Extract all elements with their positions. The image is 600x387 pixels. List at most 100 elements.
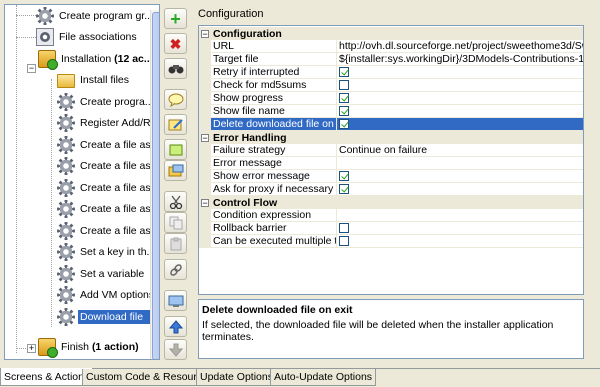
show-progress-checkbox[interactable] <box>339 93 349 103</box>
action-settings-button[interactable] <box>164 290 187 311</box>
note-button[interactable] <box>164 139 187 160</box>
collapse-icon[interactable]: − <box>201 29 209 38</box>
screens-actions-tree[interactable]: Create program gr... File associations −… <box>4 4 160 360</box>
tree-item[interactable]: Set a variable <box>57 263 159 285</box>
property-row-selected[interactable]: Delete downloaded file on exit <box>199 118 583 131</box>
tree-item-installation[interactable]: Installation (12 ac... <box>38 48 159 70</box>
rollback-checkbox[interactable] <box>339 223 349 233</box>
expand-toggle[interactable]: + <box>27 344 36 353</box>
property-row[interactable]: Can be executed multiple ti... <box>199 235 583 248</box>
collapse-icon[interactable]: − <box>201 198 209 207</box>
property-row[interactable]: Rollback barrier <box>199 222 583 235</box>
property-row[interactable]: Error message <box>199 157 583 170</box>
tab-update-options[interactable]: Update Options <box>196 369 277 386</box>
gear-icon <box>57 286 75 305</box>
retry-checkbox[interactable] <box>339 67 349 77</box>
gear-icon <box>57 307 75 326</box>
property-name: Can be executed multiple ti... <box>211 235 337 248</box>
group-button[interactable] <box>164 160 187 181</box>
collapse-toggle[interactable]: − <box>27 64 36 73</box>
property-row[interactable]: Show file name <box>199 105 583 118</box>
move-down-button[interactable] <box>164 339 187 360</box>
property-row[interactable]: Show error message <box>199 170 583 183</box>
tree-item[interactable]: Create program gr... <box>36 5 159 27</box>
copy-button[interactable] <box>164 212 187 233</box>
property-name: Failure strategy <box>211 144 337 157</box>
section-title: Control Flow <box>211 196 583 209</box>
property-row[interactable]: Failure strategy Continue on failure <box>199 144 583 157</box>
folder-icon <box>57 74 75 89</box>
tab-auto-update[interactable]: Auto-Update Options <box>270 369 377 386</box>
tree-item[interactable]: Add VM options <box>57 285 159 307</box>
edit-button[interactable] <box>164 114 187 135</box>
collapse-icon[interactable]: − <box>201 133 209 142</box>
gear-icon <box>57 178 75 197</box>
property-row[interactable]: Condition expression <box>199 209 583 222</box>
property-name: Error message <box>211 157 337 170</box>
arrow-up-icon <box>168 319 183 333</box>
cut-button[interactable] <box>164 191 187 212</box>
property-row[interactable]: Check for md5sums <box>199 79 583 92</box>
tree-item-label: Register Add/R... <box>80 117 160 130</box>
tree-item-label: Add VM options <box>80 289 155 302</box>
tab-screens-actions[interactable]: Screens & Actions <box>0 368 94 386</box>
delete-button[interactable]: ✖ <box>164 33 187 54</box>
tree-item-label: Create program gr... <box>59 9 153 22</box>
md5-checkbox[interactable] <box>339 80 349 90</box>
tree-item-label: Create a file as... <box>80 160 160 173</box>
multiple-executions-checkbox[interactable] <box>339 236 349 246</box>
show-file-name-checkbox[interactable] <box>339 106 349 116</box>
tree-item-finish[interactable]: Finish (1 action) <box>38 336 159 358</box>
error-message-value[interactable] <box>337 157 583 170</box>
find-button[interactable] <box>164 58 187 79</box>
property-row[interactable]: Ask for proxy if necessary <box>199 183 583 196</box>
property-row[interactable]: Retry if interrupted <box>199 66 583 79</box>
tree-item[interactable]: Create a file as... <box>57 156 160 178</box>
binoculars-icon <box>168 64 183 73</box>
tree-item[interactable]: Create a file as... <box>57 134 159 156</box>
failure-strategy-value[interactable]: Continue on failure <box>337 144 583 157</box>
property-grid[interactable]: − Configuration URL http://ovh.dl.source… <box>198 25 584 295</box>
tree-item[interactable]: Create progra... <box>57 91 159 113</box>
tree-item[interactable]: Register Add/R... <box>57 113 160 135</box>
tree-item-label: Create a file as... <box>80 224 160 237</box>
proxy-checkbox[interactable] <box>339 184 349 194</box>
target-file-value[interactable]: ${installer:sys.workingDir}/3DModels-Con… <box>337 53 583 66</box>
link-button[interactable] <box>164 259 187 280</box>
show-error-checkbox[interactable] <box>339 171 349 181</box>
delete-icon: ✖ <box>169 35 182 52</box>
tree-item-selected[interactable]: Download file <box>11 306 159 328</box>
folder-group-icon <box>168 164 183 176</box>
tree-item-label: Create a file as... <box>80 203 160 216</box>
edit-note-icon <box>168 118 183 130</box>
url-value[interactable]: http://ovh.dl.sourceforge.net/project/sw… <box>337 40 583 53</box>
property-row[interactable]: URL http://ovh.dl.sourceforge.net/projec… <box>199 40 583 53</box>
paste-button[interactable] <box>164 233 187 254</box>
scrollbar-thumb[interactable] <box>152 12 159 359</box>
tree-item[interactable]: Create a file as... <box>57 220 160 242</box>
add-button[interactable]: + <box>164 8 187 29</box>
tree-item[interactable]: File associations <box>36 27 159 49</box>
tree-item[interactable]: Install files <box>57 70 159 92</box>
property-row[interactable]: Show progress <box>199 92 583 105</box>
tab-label: Screens & Actions <box>4 370 90 383</box>
property-row[interactable]: Target file ${installer:sys.workingDir}/… <box>199 53 583 66</box>
tree-scrollbar[interactable] <box>150 10 159 359</box>
comment-button[interactable] <box>164 89 187 110</box>
tree-item[interactable]: Set a key in th... <box>57 242 159 264</box>
tree-item[interactable]: Create a file as... <box>57 177 159 199</box>
tree-item-label: Create progra... <box>80 95 154 108</box>
installer-box-icon <box>38 337 58 358</box>
tree-connector <box>16 5 17 353</box>
property-name: Show error message <box>211 170 337 183</box>
section-control-flow[interactable]: − Control Flow <box>199 196 583 209</box>
section-configuration[interactable]: − Configuration <box>199 27 583 40</box>
move-up-button[interactable] <box>164 316 187 337</box>
section-error-handling[interactable]: − Error Handling <box>199 131 583 144</box>
condition-expression-value[interactable] <box>337 209 583 222</box>
tree-item[interactable]: Create a file as... <box>57 199 160 221</box>
property-name: Show progress <box>211 92 337 105</box>
property-name: Retry if interrupted <box>211 66 337 79</box>
property-name: Rollback barrier <box>211 222 337 235</box>
delete-on-exit-checkbox[interactable] <box>339 119 349 129</box>
